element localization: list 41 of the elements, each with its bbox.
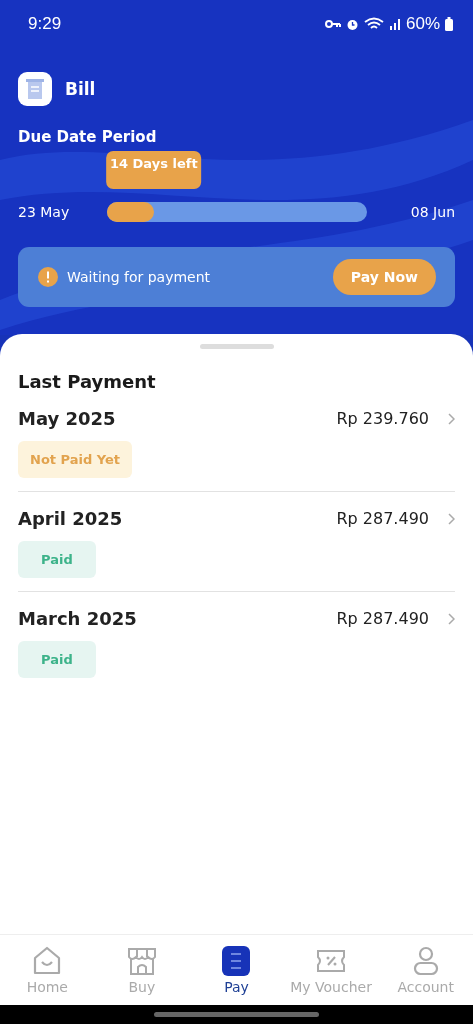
payment-amount: Rp 239.760	[336, 409, 429, 428]
chevron-icon	[447, 612, 455, 625]
payment-item[interactable]: March 2025 Rp 287.490 Paid	[18, 592, 455, 691]
key-icon	[324, 19, 341, 29]
home-indicator[interactable]	[154, 1012, 319, 1017]
status-badge: Paid	[18, 541, 96, 578]
status-time: 9:29	[28, 14, 62, 34]
days-left-tooltip: 14 Days left	[105, 151, 202, 189]
nav-tab[interactable]: Account	[378, 945, 473, 995]
alarm-icon	[345, 17, 359, 31]
chevron-icon	[447, 412, 455, 425]
section-title: Last Payment	[18, 371, 157, 392]
wifi-icon	[363, 17, 384, 31]
payment-month: May 2025	[18, 408, 117, 429]
section-title: Due Date Period	[18, 128, 158, 146]
nav-tab[interactable]: Buy	[94, 945, 190, 995]
status-badge: Paid	[18, 641, 96, 678]
alert-message: Waiting for payment	[67, 269, 212, 285]
battery-icon	[445, 17, 453, 31]
store-icon	[125, 945, 158, 977]
warning-icon	[38, 267, 58, 287]
bill-icon	[221, 945, 252, 977]
payment-month: March 2025	[18, 608, 138, 629]
payment-item[interactable]: April 2025 Rp 287.490 Paid	[18, 492, 455, 592]
drag-handle[interactable]	[199, 344, 274, 349]
nav-tab[interactable]: My Voucher	[283, 945, 379, 995]
nav-tab[interactable]: Pay	[189, 945, 284, 995]
nav-tab[interactable]: Home	[0, 945, 95, 995]
pay-now-button[interactable]: Pay Now	[332, 259, 436, 295]
end-date: 08 Jun	[410, 204, 455, 220]
page-title: Bill	[65, 79, 96, 99]
battery-level: 60%	[405, 14, 440, 34]
payment-month: April 2025	[18, 508, 124, 529]
signal-icon	[388, 17, 401, 31]
payment-amount: Rp 287.490	[336, 609, 429, 628]
start-date: 23 May	[18, 204, 71, 220]
payment-item[interactable]: May 2025 Rp 239.760 Not Paid Yet	[18, 392, 455, 492]
payment-amount: Rp 287.490	[336, 509, 429, 528]
bill-icon	[18, 72, 52, 106]
chevron-icon	[447, 512, 455, 525]
status-badge: Not Paid Yet	[18, 441, 133, 478]
